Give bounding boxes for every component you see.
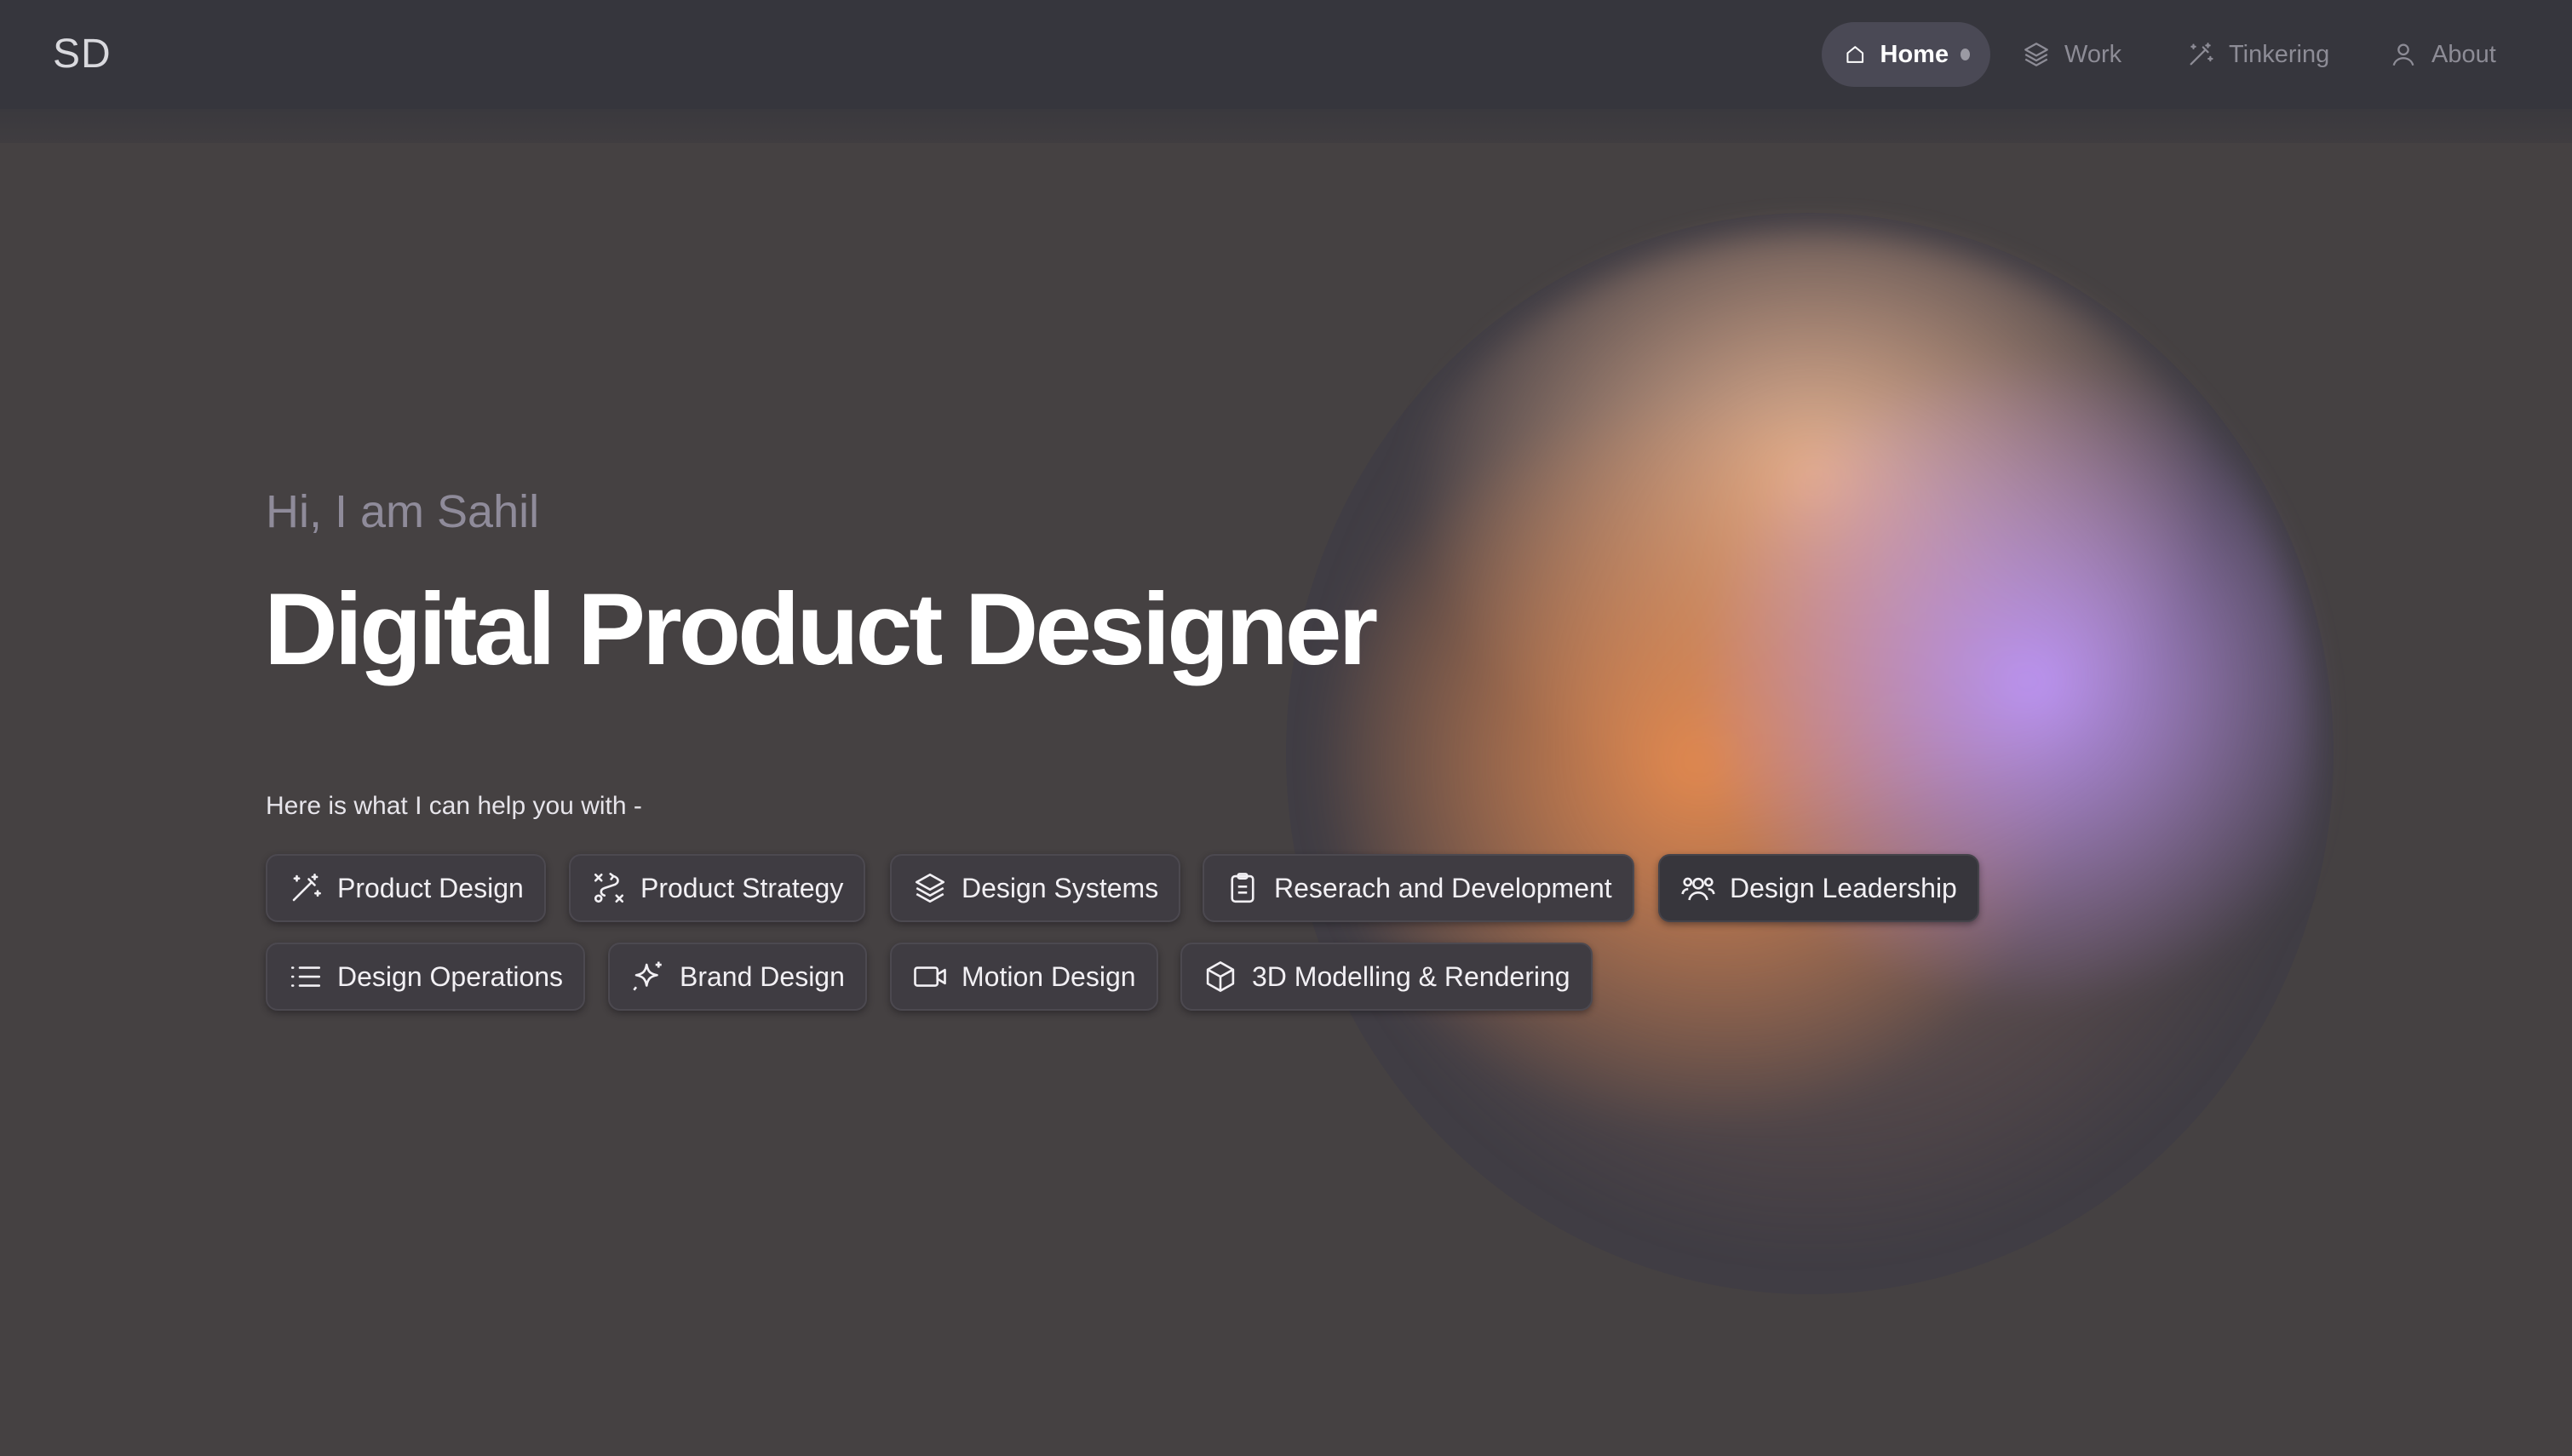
nav-about[interactable]: About <box>2389 22 2496 87</box>
layers-icon <box>2024 43 2048 66</box>
home-icon <box>1846 46 1864 63</box>
layers-icon <box>915 873 945 903</box>
chip-label: 3D Modelling & Rendering <box>1252 960 1570 992</box>
header-divider <box>0 109 2572 143</box>
service-chip-3d-modelling[interactable]: 3D Modelling & Rendering <box>1180 943 1593 1011</box>
blob-glow <box>1312 230 2317 1260</box>
list-icon <box>290 966 321 987</box>
gradient-blob <box>1235 162 2359 1303</box>
service-chip-design-operations[interactable]: Design Operations <box>266 943 586 1011</box>
route-icon <box>594 873 624 903</box>
service-chip-product-strategy[interactable]: Product Strategy <box>569 854 866 922</box>
nav-home[interactable]: Home <box>1822 22 1990 87</box>
services-intro: Here is what I can help you with - <box>266 792 642 820</box>
nav-work[interactable]: Work <box>2022 22 2121 87</box>
chip-label: Design Leadership <box>1730 872 1957 903</box>
service-chip-motion-design[interactable]: Motion Design <box>890 943 1158 1011</box>
nav-tinkering[interactable]: Tinkering <box>2186 22 2329 87</box>
service-chip-brand-design[interactable]: Brand Design <box>608 943 867 1011</box>
service-chip-research-development[interactable]: Reserach and Development <box>1203 854 1634 922</box>
user-icon <box>2392 43 2414 66</box>
magic-wand-icon <box>292 873 321 902</box>
clipboard-icon <box>1231 873 1254 903</box>
chip-label: Motion Design <box>962 960 1136 992</box>
portfolio-page: SD Home Work Tinkering About Hi, I am Sa… <box>0 0 2572 1456</box>
sparkle-icon <box>633 961 662 991</box>
chip-label: Design Operations <box>337 960 564 992</box>
chip-label: Product Design <box>337 872 524 903</box>
chip-label: Reserach and Development <box>1274 872 1612 903</box>
nav-about-label: About <box>2431 40 2496 68</box>
chip-label: Product Strategy <box>640 872 844 903</box>
service-chip-design-systems[interactable]: Design Systems <box>890 854 1181 922</box>
nav-home-label: Home <box>1880 40 1949 68</box>
service-chip-design-leadership[interactable]: Design Leadership <box>1658 854 1979 922</box>
top-navigation-bar: SD Home Work Tinkering About <box>0 0 2572 109</box>
active-indicator-dot <box>1961 49 1970 60</box>
magic-wand-icon <box>2190 43 2213 66</box>
users-icon <box>1681 877 1715 901</box>
chip-label: Design Systems <box>962 872 1159 903</box>
nav-work-label: Work <box>2064 40 2122 68</box>
service-chip-product-design[interactable]: Product Design <box>266 854 546 922</box>
chip-label: Brand Design <box>680 960 845 992</box>
video-icon <box>914 966 946 987</box>
cube-icon <box>1206 961 1235 992</box>
nav-tinkering-label: Tinkering <box>2229 40 2330 68</box>
page-title: Digital Product Designer <box>264 572 1378 686</box>
site-logo[interactable]: SD <box>53 31 112 77</box>
greeting-text: Hi, I am Sahil <box>266 486 540 537</box>
